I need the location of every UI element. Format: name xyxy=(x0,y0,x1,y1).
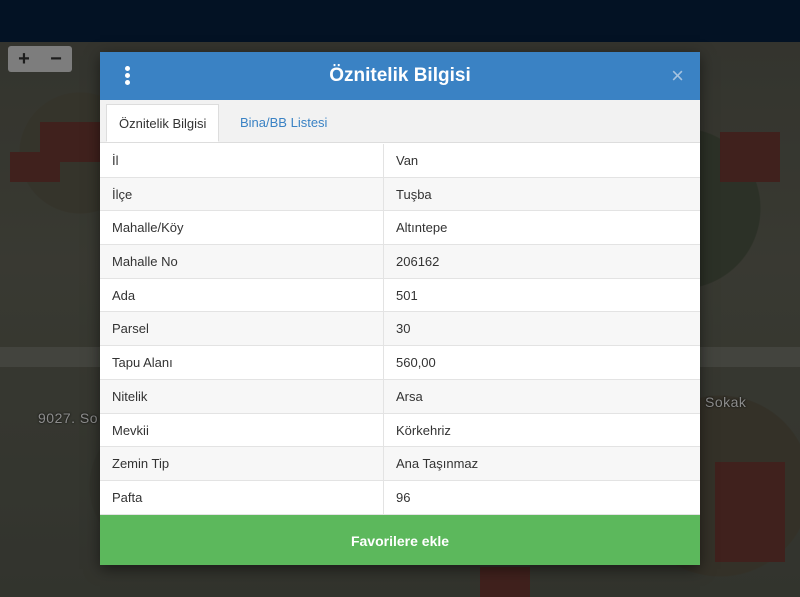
close-icon[interactable]: × xyxy=(671,64,684,88)
attribute-value: 501 xyxy=(396,287,418,303)
attribute-label: Zemin Tip xyxy=(100,447,384,480)
table-row: Mahalle/Köy Altıntepe xyxy=(100,211,700,246)
table-row: Tapu Alanı 560,00 xyxy=(100,346,700,380)
attribute-value: Van xyxy=(396,153,419,168)
attribute-table: İl Van İlçe Tuşba Mahalle/Köy Altıntepe Mahall… xyxy=(100,144,700,515)
modal-tabs: Öznitelik Bilgisi Bina/BB Listesi xyxy=(100,100,700,143)
attribute-label: Parsel xyxy=(100,312,384,346)
attribute-value: 560,00 xyxy=(396,355,436,371)
attribute-label: Mahalle/Köy xyxy=(100,211,384,245)
attribute-label: Nitelik xyxy=(100,379,384,413)
top-bar xyxy=(0,0,800,42)
table-row: Pafta 96 xyxy=(100,480,700,515)
table-row: Nitelik Arsa xyxy=(100,379,700,414)
modal-header: Öznitelik Bilgisi × xyxy=(100,52,700,100)
attribute-value: Arsa xyxy=(396,388,423,404)
attribute-label: Tapu Alanı xyxy=(100,346,384,379)
table-row: İlçe Tuşba xyxy=(100,177,700,212)
attribute-value: 206162 xyxy=(396,254,440,270)
tab-attribute-info[interactable]: Öznitelik Bilgisi xyxy=(106,104,220,142)
table-row: Zemin Tip Ana Taşınmaz xyxy=(100,447,700,481)
attribute-info-modal: Öznitelik Bilgisi × Öznitelik Bilgisi Bi… xyxy=(100,52,700,565)
table-row: Mahalle No 206162 xyxy=(100,245,700,279)
attribute-value: Altıntepe xyxy=(396,220,448,236)
attribute-label: Ada xyxy=(100,278,384,312)
attribute-value: 30 xyxy=(396,321,411,337)
table-row: İl Van xyxy=(100,144,700,178)
attribute-label: İlçe xyxy=(100,177,384,211)
attribute-label: Pafta xyxy=(100,480,384,514)
attribute-label: Mevkii xyxy=(100,413,384,447)
add-to-favorites-button[interactable]: Favorilere ekle xyxy=(100,515,700,565)
attribute-value: Ana Taşınmaz xyxy=(396,456,479,472)
attribute-value: Tuşba xyxy=(396,186,432,202)
table-row: Parsel 30 xyxy=(100,312,700,347)
table-row: Ada 501 xyxy=(100,278,700,313)
table-row: Mevkii Körkehriz xyxy=(100,413,700,448)
tab-building-list[interactable]: Bina/BB Listesi xyxy=(228,104,339,142)
modal-title: Öznitelik Bilgisi xyxy=(329,65,471,86)
attribute-value: 96 xyxy=(396,489,411,505)
attribute-label: İl xyxy=(100,144,384,177)
attribute-label: Mahalle No xyxy=(100,245,384,278)
attribute-value: Körkehriz xyxy=(396,422,451,438)
